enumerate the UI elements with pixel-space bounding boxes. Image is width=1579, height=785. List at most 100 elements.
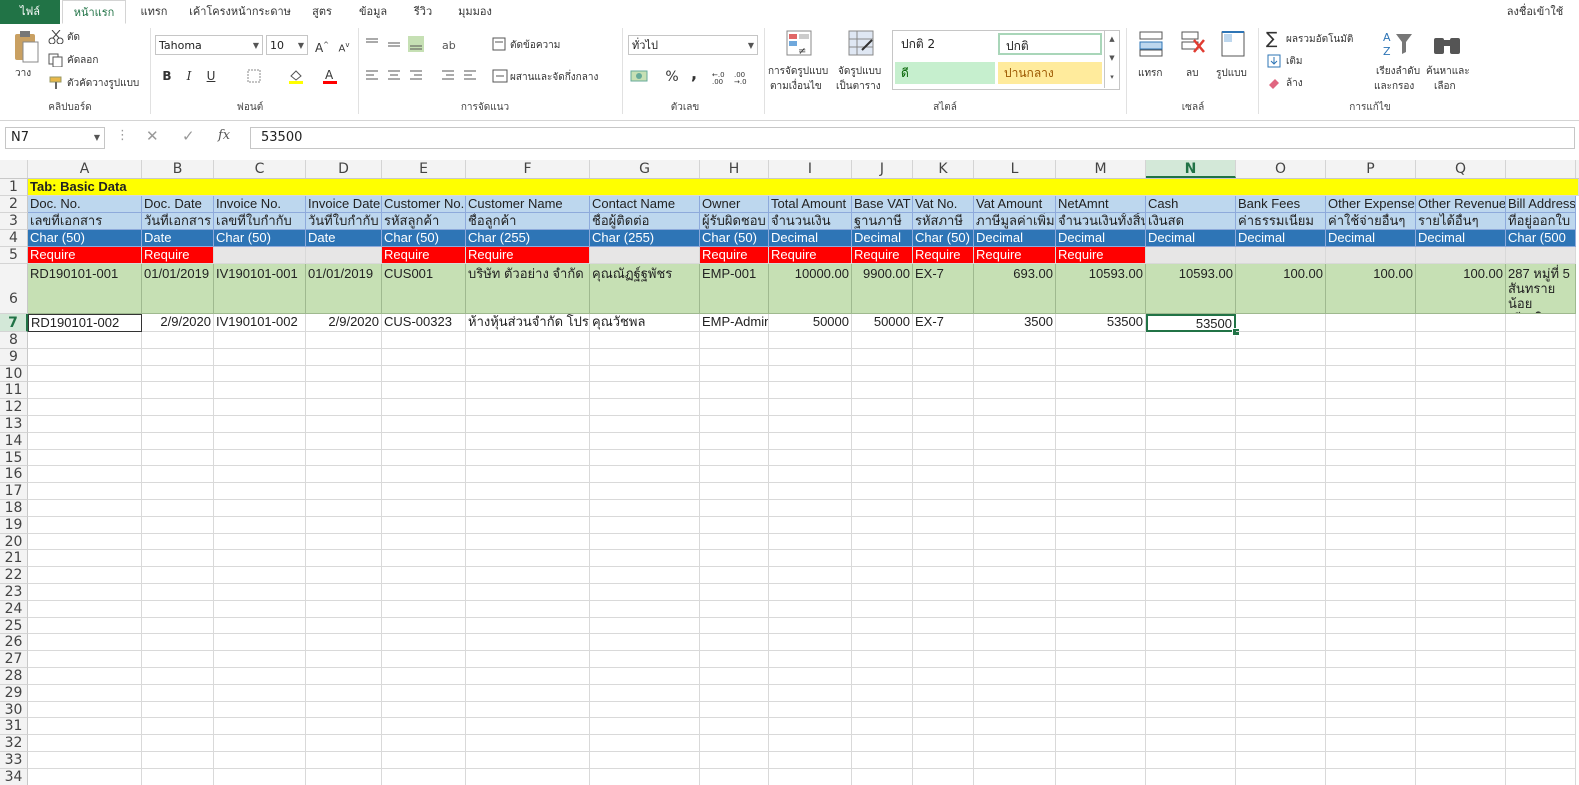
cell[interactable] [1506, 584, 1576, 601]
cell[interactable] [913, 466, 974, 484]
cell[interactable] [1146, 399, 1236, 416]
tab-review[interactable]: รีวิว [404, 0, 442, 24]
cell[interactable] [974, 348, 1056, 366]
cell[interactable] [382, 668, 466, 685]
cell[interactable] [1236, 701, 1326, 719]
cell[interactable] [1146, 735, 1236, 752]
cell[interactable] [1146, 416, 1236, 433]
cell[interactable] [1146, 483, 1236, 500]
column-header-R[interactable] [1506, 160, 1576, 178]
cell[interactable] [142, 416, 214, 433]
cell-H6[interactable]: EMP-001 [700, 264, 769, 314]
delete-cells-button[interactable]: ลบ [1186, 66, 1198, 81]
cell[interactable] [700, 735, 769, 752]
underline-button[interactable]: U [201, 66, 221, 86]
cell[interactable] [1056, 617, 1146, 635]
cell[interactable] [382, 466, 466, 484]
row-header[interactable]: 29 [0, 684, 28, 702]
cell-D2[interactable]: Invoice Date [306, 196, 382, 213]
cell[interactable] [142, 332, 214, 349]
cell-L7[interactable]: 3500 [974, 314, 1056, 332]
cell[interactable] [1326, 684, 1416, 702]
cell[interactable] [466, 483, 590, 500]
binoculars-icon[interactable] [1432, 32, 1462, 59]
cell[interactable] [1146, 533, 1236, 551]
row-header[interactable]: 30 [0, 701, 28, 719]
cell[interactable] [1236, 634, 1326, 652]
cell[interactable] [974, 701, 1056, 719]
cell[interactable] [852, 634, 913, 652]
cell[interactable] [769, 567, 852, 584]
cell-G4[interactable]: Char (255) [590, 230, 700, 247]
cell[interactable] [700, 500, 769, 517]
row-header[interactable]: 10 [0, 365, 28, 383]
column-header-J[interactable]: J [852, 160, 913, 178]
cell[interactable] [1146, 617, 1236, 635]
cell[interactable] [1506, 466, 1576, 484]
row-header[interactable]: 21 [0, 550, 28, 568]
cell[interactable] [769, 348, 852, 366]
cell-P2[interactable]: Other Expenses [1326, 196, 1416, 213]
cell[interactable] [590, 516, 700, 534]
cell-F6[interactable]: บริษัท ตัวอย่าง จำกัด [466, 264, 590, 314]
cell[interactable] [1236, 735, 1326, 752]
row-header[interactable]: 2 [0, 196, 28, 213]
cell[interactable] [382, 365, 466, 383]
cell[interactable] [913, 399, 974, 416]
cell[interactable] [700, 416, 769, 433]
cell-M3[interactable]: จำนวนเงินทั้งสิ้น [1056, 213, 1146, 230]
cell[interactable] [1236, 752, 1326, 769]
cell[interactable] [1056, 634, 1146, 652]
column-header-N[interactable]: N [1146, 160, 1236, 178]
cell-Q2[interactable]: Other Revenue [1416, 196, 1506, 213]
percent-button[interactable]: % [662, 67, 682, 87]
cell-A2[interactable]: Doc. No. [28, 196, 142, 213]
cell[interactable] [142, 752, 214, 769]
cell-E6[interactable]: CUS001 [382, 264, 466, 314]
cell[interactable] [974, 449, 1056, 467]
cell[interactable] [700, 701, 769, 719]
cell[interactable] [1146, 668, 1236, 685]
cell[interactable] [974, 567, 1056, 584]
cell-A3[interactable]: เลขที่เอกสาร [28, 213, 142, 230]
cell-R2[interactable]: Bill Address [1506, 196, 1576, 213]
cell[interactable] [142, 382, 214, 400]
styles-scroll[interactable]: ▲ ▼ ▾ [1104, 30, 1119, 88]
cell-D4[interactable]: Date [306, 230, 382, 247]
column-header-H[interactable]: H [700, 160, 769, 178]
cell[interactable] [1506, 348, 1576, 366]
cell-Q4[interactable]: Decimal [1416, 230, 1506, 247]
cell[interactable] [1056, 483, 1146, 500]
cell[interactable] [700, 365, 769, 383]
cell[interactable] [913, 550, 974, 568]
cell[interactable] [1326, 348, 1416, 366]
cell[interactable] [214, 735, 306, 752]
cell[interactable] [28, 332, 142, 349]
cell[interactable] [382, 483, 466, 500]
cell[interactable] [1506, 533, 1576, 551]
cell[interactable] [28, 718, 142, 736]
cell[interactable] [28, 416, 142, 433]
cell[interactable] [1146, 701, 1236, 719]
cell[interactable] [214, 432, 306, 450]
cell[interactable] [1236, 768, 1326, 785]
cell-A6[interactable]: RD190101-001 [28, 264, 142, 314]
cell[interactable] [306, 500, 382, 517]
cell[interactable] [590, 348, 700, 366]
cell[interactable] [382, 382, 466, 400]
cell[interactable] [1146, 752, 1236, 769]
cell-R6[interactable]: 287 หมู่ที่ 5 สันทรายน้อย เชียงใหม่ 5 [1506, 264, 1576, 314]
cell[interactable] [1326, 567, 1416, 584]
cell[interactable] [1416, 584, 1506, 601]
cell[interactable] [382, 449, 466, 467]
cell[interactable] [28, 701, 142, 719]
insert-function-icon[interactable]: fx [218, 128, 230, 143]
cell[interactable] [1146, 567, 1236, 584]
cell-C6[interactable]: IV190101-001 [214, 264, 306, 314]
font-name-select[interactable]: Tahoma ▼ [155, 35, 263, 55]
cell[interactable] [382, 768, 466, 785]
fill-color-icon[interactable] [288, 68, 304, 87]
cell[interactable] [1326, 584, 1416, 601]
cell[interactable] [28, 483, 142, 500]
cell[interactable] [1056, 399, 1146, 416]
